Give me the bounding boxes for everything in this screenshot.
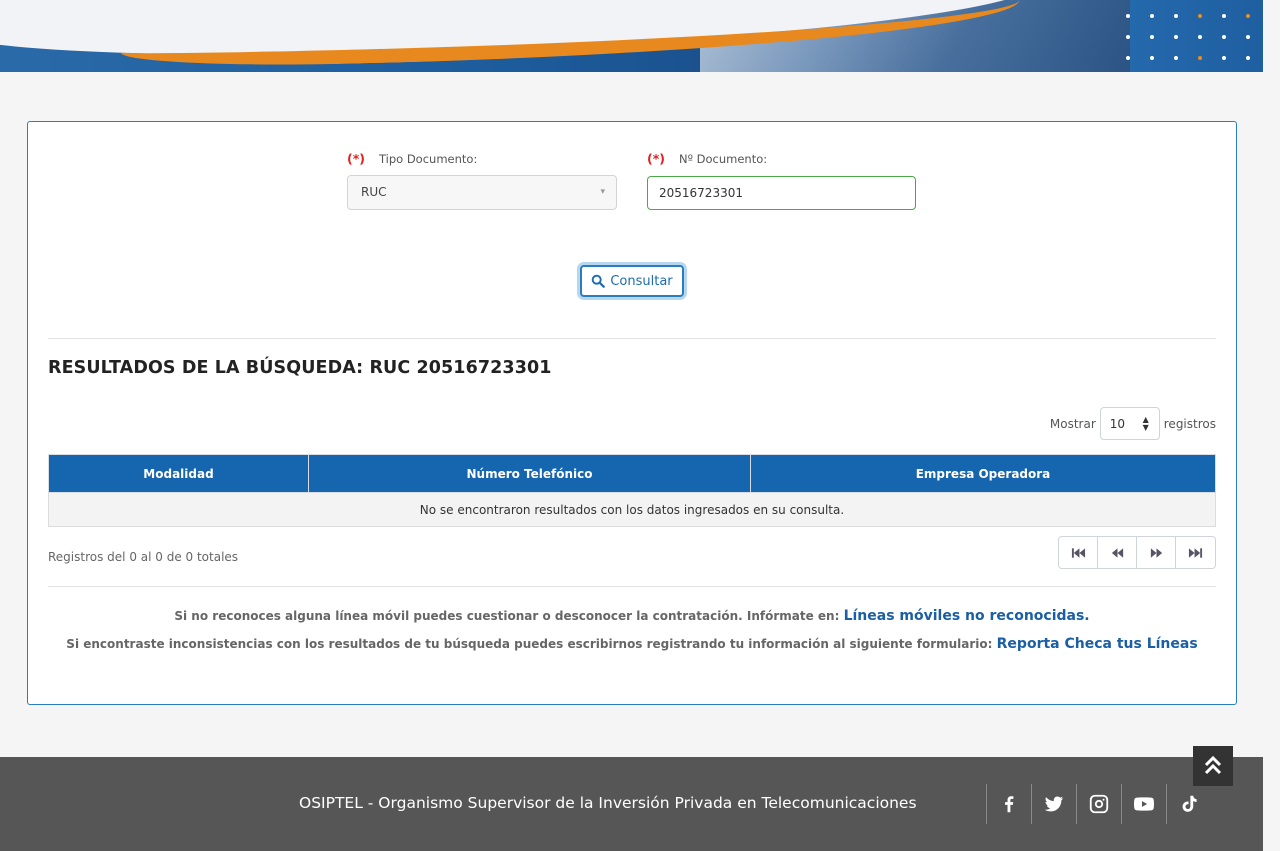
sort-arrows-icon: ▲ ▼	[1142, 415, 1149, 432]
empty-results-message: No se encontraron resultados con los dat…	[48, 492, 1216, 527]
consultar-button[interactable]: Consultar	[580, 265, 684, 297]
divider	[48, 586, 1216, 587]
table-row: No se encontraron resultados con los dat…	[48, 492, 1216, 527]
twitter-icon	[1044, 796, 1064, 812]
divider	[48, 338, 1216, 339]
required-mark: (*)	[347, 151, 365, 166]
youtube-icon	[1134, 797, 1154, 811]
column-header-numero-telefonico[interactable]: Número Telefónico	[308, 454, 751, 493]
facebook-link[interactable]	[986, 784, 1031, 824]
results-table: Modalidad Número Telefónico Empresa Oper…	[48, 454, 1216, 527]
tipo-documento-label: (*) Tipo Documento:	[347, 151, 478, 166]
scroll-to-top-button[interactable]	[1193, 746, 1233, 786]
header-banner	[0, 0, 1263, 72]
first-page-button[interactable]	[1059, 537, 1098, 568]
scrollbar[interactable]	[1263, 0, 1280, 851]
numero-documento-input[interactable]	[647, 176, 916, 210]
facebook-icon	[1005, 796, 1014, 813]
instagram-icon	[1089, 794, 1109, 814]
twitter-link[interactable]	[1031, 784, 1076, 824]
banner-dots-decoration	[1122, 10, 1257, 66]
page-size-control: Mostrar 10 ▲ ▼ registros	[1050, 407, 1216, 440]
tiktok-link[interactable]	[1166, 784, 1211, 824]
numero-documento-label: (*) Nº Documento:	[647, 151, 768, 166]
note-unrecognized-lines: Si no reconoces alguna línea móvil puede…	[174, 608, 1090, 624]
last-page-button[interactable]	[1176, 537, 1215, 568]
reporta-checa-tus-lineas-link[interactable]: Reporta Checa tus Líneas	[997, 636, 1198, 652]
next-page-button[interactable]	[1137, 537, 1176, 568]
double-chevron-up-icon	[1204, 756, 1222, 775]
previous-page-button[interactable]	[1098, 537, 1137, 568]
youtube-link[interactable]	[1121, 784, 1166, 824]
tiktok-icon	[1182, 795, 1197, 812]
records-summary: Registros del 0 al 0 de 0 totales	[48, 550, 239, 564]
instagram-link[interactable]	[1076, 784, 1121, 824]
results-title: RESULTADOS DE LA BÚSQUEDA: RUC 205167233…	[48, 358, 552, 378]
column-header-empresa-operadora[interactable]: Empresa Operadora	[750, 454, 1216, 493]
last-page-icon	[1188, 547, 1203, 558]
chevron-down-icon: ▾	[600, 187, 605, 197]
first-page-icon	[1071, 547, 1085, 558]
column-header-modalidad[interactable]: Modalidad	[48, 454, 309, 493]
rewind-icon	[1111, 547, 1123, 558]
fast-forward-icon	[1150, 547, 1162, 558]
search-icon	[592, 274, 606, 288]
lineas-no-reconocidas-link[interactable]: Líneas móviles no reconocidas.	[844, 608, 1090, 624]
footer: OSIPTEL - Organismo Supervisor de la Inv…	[0, 757, 1263, 851]
required-mark: (*)	[647, 151, 665, 166]
search-card: (*) Tipo Documento: RUC ▾ (*) Nº Documento…	[27, 121, 1237, 705]
social-links	[986, 784, 1211, 824]
note-report-inconsistencies: Si encontraste inconsistencias con los r…	[66, 636, 1198, 652]
footer-text: OSIPTEL - Organismo Supervisor de la Inv…	[299, 794, 917, 812]
pagination	[1058, 536, 1216, 569]
tipo-documento-select[interactable]: RUC ▾	[347, 175, 617, 210]
page-size-select[interactable]: 10 ▲ ▼	[1099, 407, 1160, 440]
